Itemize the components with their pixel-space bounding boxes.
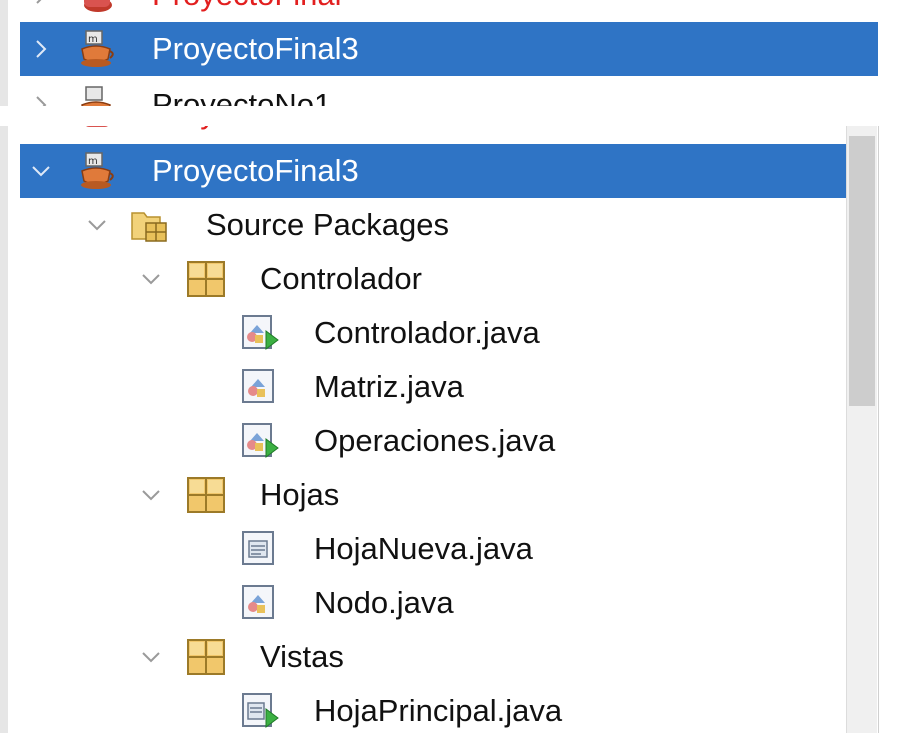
tree-row-package-vistas[interactable]: Vistas: [0, 630, 878, 684]
tree-row-label: Hojas: [260, 477, 340, 512]
chevron-down-icon[interactable]: [140, 646, 162, 668]
chevron-right-icon[interactable]: [30, 0, 52, 6]
java-project-error-icon: [76, 126, 116, 133]
chevron-down-icon[interactable]: [30, 160, 52, 182]
java-main-class-icon: [240, 421, 280, 461]
svg-text:m: m: [88, 156, 98, 167]
tree-row-label: Vistas: [260, 639, 344, 674]
java-form-main-icon: [240, 691, 280, 731]
tree-row-label: Nodo.java: [314, 585, 454, 620]
tree-row-project-proyectofinal3[interactable]: m ProyectoFinal3: [20, 144, 848, 198]
tree-row-label: ProyectoFinal: [152, 0, 342, 13]
scrollbar-thumb[interactable]: [849, 136, 875, 406]
java-project-icon: [76, 85, 116, 106]
java-class-icon: [240, 367, 280, 407]
tree-row-label: Controlador: [260, 261, 422, 296]
java-main-class-icon: [240, 313, 280, 353]
projects-panel-expanded: ProyectoFinal m ProyectoFinal3: [0, 126, 878, 733]
outer-frame-edge: [878, 126, 904, 733]
vertical-scrollbar[interactable]: [846, 126, 877, 733]
panel-separator: [0, 106, 904, 126]
java-project-error-icon: [76, 0, 116, 15]
chevron-down-icon[interactable]: [86, 214, 108, 236]
tree-row-project-proyectofinal[interactable]: ProyectoFinal: [0, 126, 878, 140]
package-icon: [186, 637, 226, 677]
chevron-down-icon[interactable]: [140, 484, 162, 506]
tree-row-file-operaciones-java[interactable]: Operaciones.java: [0, 414, 878, 468]
tree-row-file-nodo-java[interactable]: Nodo.java: [0, 576, 878, 630]
java-project-icon: m: [76, 151, 116, 191]
tree-row-package-hojas[interactable]: Hojas: [0, 468, 878, 522]
tree-row-file-hojanueva-java[interactable]: HojaNueva.java: [0, 522, 878, 576]
tree-row-label: ProyectoFinal3: [152, 31, 359, 66]
java-class-icon: [240, 583, 280, 623]
tree-row-label: ProyectoFinal: [152, 126, 342, 131]
tree-row-label: Operaciones.java: [314, 423, 556, 458]
java-form-icon: [240, 529, 280, 569]
chevron-down-icon[interactable]: [140, 268, 162, 290]
tree-row-label: Matriz.java: [314, 369, 464, 404]
chevron-right-icon[interactable]: [30, 94, 52, 106]
package-icon: [186, 259, 226, 299]
tree-row-label: ProyectoNo1: [152, 87, 332, 106]
tree-row-label: ProyectoFinal3: [152, 153, 359, 188]
source-folder-icon: [130, 205, 170, 245]
java-project-icon: m: [76, 29, 116, 69]
chevron-right-icon[interactable]: [30, 38, 52, 60]
tree-row-label: HojaNueva.java: [314, 531, 533, 566]
package-icon: [186, 475, 226, 515]
projects-panel-collapsed: ProyectoFinal m ProyectoFinal3: [0, 0, 878, 106]
tree-row-label: Source Packages: [206, 207, 449, 242]
tree-row-project-proyectofinal[interactable]: ProyectoFinal: [0, 0, 878, 22]
tree-row-project-proyectono1[interactable]: ProyectoNo1: [0, 78, 878, 106]
tree-row-label: Controlador.java: [314, 315, 540, 350]
tree-row-project-proyectofinal3[interactable]: m ProyectoFinal3: [20, 22, 878, 76]
svg-text:m: m: [88, 34, 98, 45]
tree-row-package-controlador[interactable]: Controlador: [0, 252, 878, 306]
tree-row-file-hojaprincipal-java[interactable]: HojaPrincipal.java: [0, 684, 878, 733]
tree-row-source-packages[interactable]: Source Packages: [0, 198, 878, 252]
tree-row-file-controlador-java[interactable]: Controlador.java: [0, 306, 878, 360]
tree-row-file-matriz-java[interactable]: Matriz.java: [0, 360, 878, 414]
tree-row-label: HojaPrincipal.java: [314, 693, 563, 728]
